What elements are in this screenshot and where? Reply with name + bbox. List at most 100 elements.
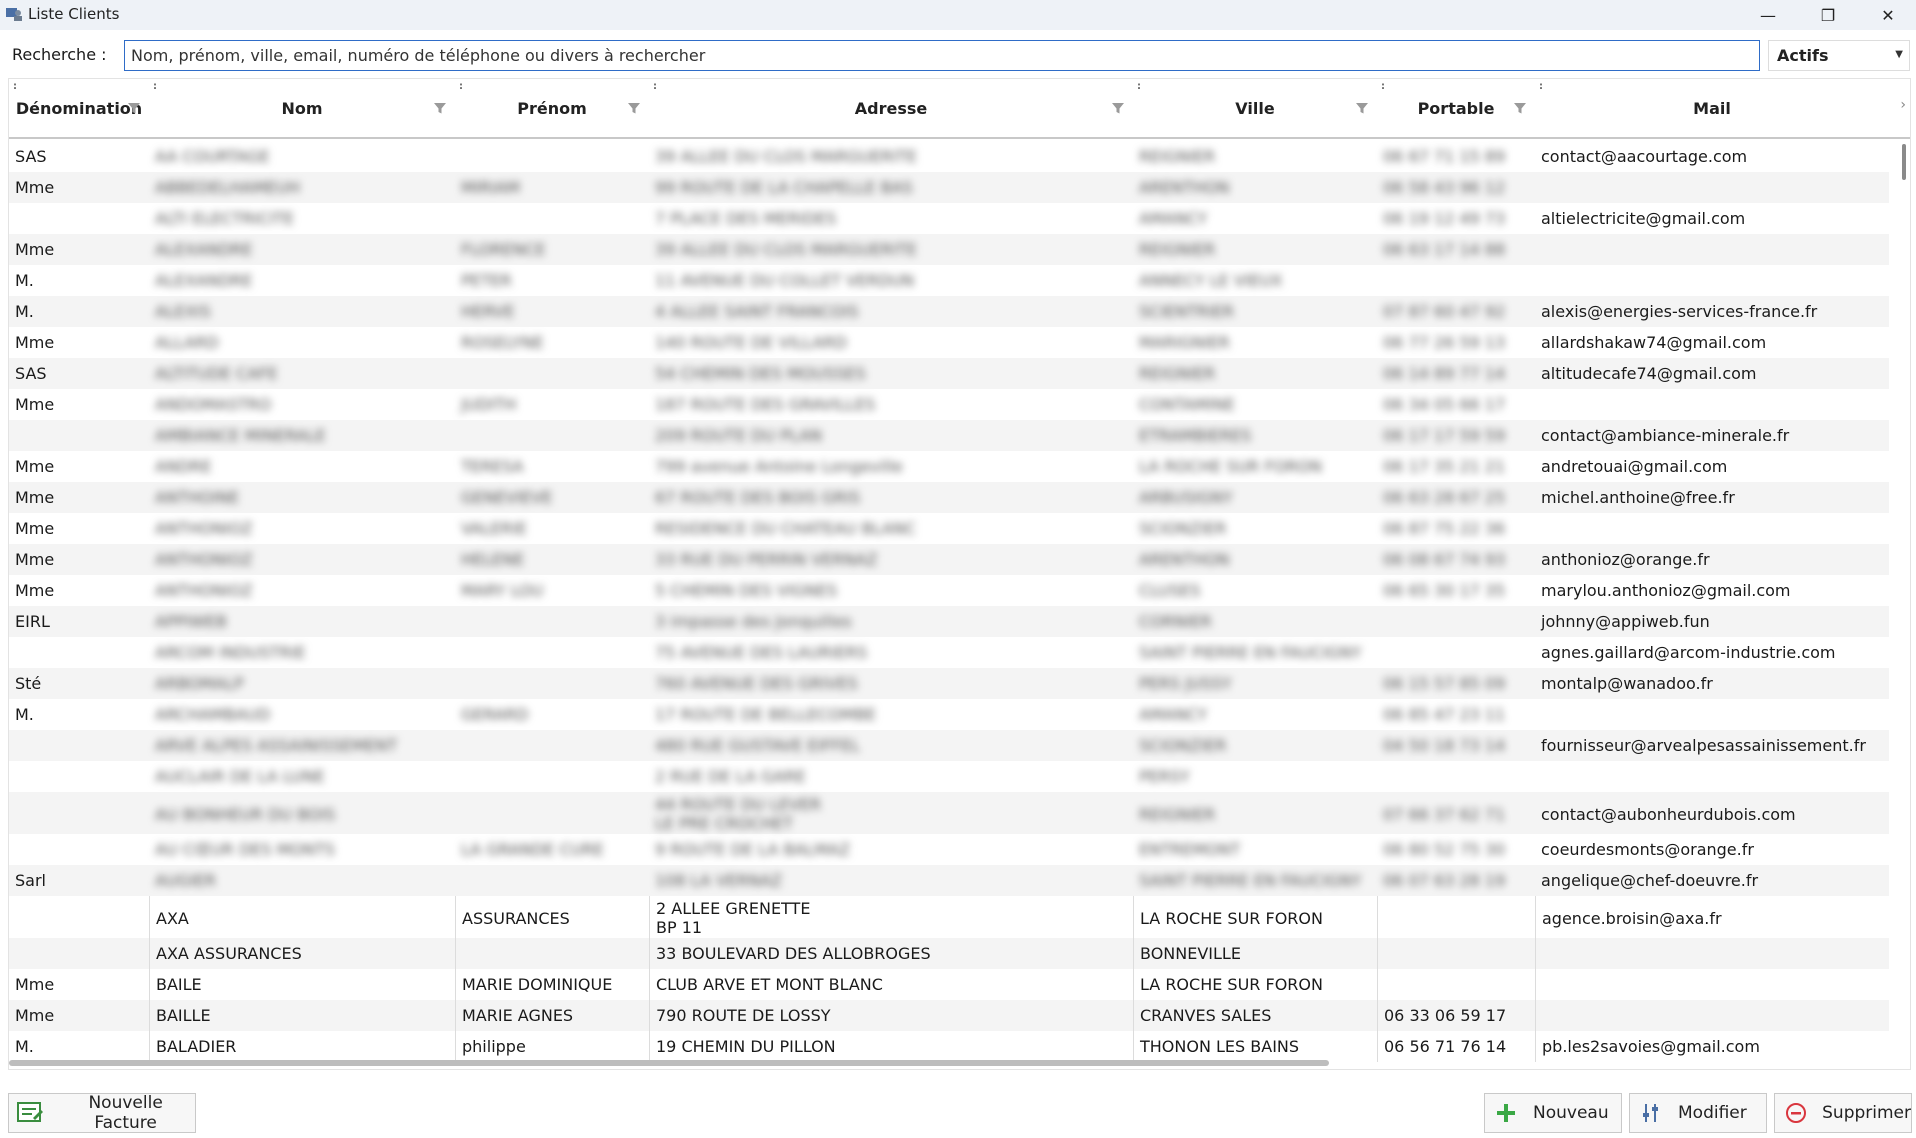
table-row[interactable]: AU CŒUR DES MONTS LA GRANDE CURE 9 ROUTE D… <box>9 834 1889 865</box>
vertical-scrollbar[interactable] <box>1900 144 1908 1064</box>
cell-nom: ANTHONIOZ <box>149 575 455 606</box>
cell-ville: CORNIER <box>1133 606 1377 637</box>
table-row[interactable]: AU BONHEUR DU BOIS 44 ROUTE DU LEVER LE PR… <box>9 792 1889 834</box>
header-col-mail[interactable]: : Mail <box>1535 79 1889 139</box>
table-row[interactable]: M. BALADIER philippe 19 CHEMIN DU PILLON THO… <box>9 1031 1889 1062</box>
cell-adresse: 75 AVENUE DES LAURIERS <box>649 637 1133 668</box>
table-row[interactable]: Mme ANTHONIOZ HELENE 33 RUE DU PERRIN VERNA… <box>9 544 1889 575</box>
close-button[interactable]: ✕ <box>1858 0 1916 30</box>
scroll-right-icon[interactable]: › <box>1900 97 1906 113</box>
new-button[interactable]: Nouveau <box>1484 1093 1622 1133</box>
modify-button[interactable]: Modifier <box>1629 1093 1767 1133</box>
status-filter-value: Actifs <box>1777 46 1829 65</box>
search-input[interactable] <box>124 40 1760 71</box>
title-bar: Liste Clients — ❐ ✕ <box>0 0 1916 30</box>
invoice-icon <box>15 1098 44 1128</box>
cell-text: Sté <box>15 674 42 693</box>
cell-mail: johnny@appiweb.fun <box>1535 606 1889 637</box>
scrollbar-thumb[interactable] <box>1902 144 1906 180</box>
table-row[interactable]: ARVE ALPES ASSAINISSEMENT 480 RUE GUSTAVE… <box>9 730 1889 761</box>
column-grip[interactable]: : <box>459 81 463 92</box>
table-row[interactable]: Mme BAILLE MARIE AGNES 790 ROUTE DE LOSSY CR… <box>9 1000 1889 1031</box>
cell-text: 06 34 05 66 17 <box>1383 395 1506 414</box>
cell-portable <box>1377 761 1535 792</box>
column-grip[interactable]: : <box>13 81 17 92</box>
table-row[interactable]: M. ALEXANDRE PETER 11 AVENUE DU COLLET VERD… <box>9 265 1889 296</box>
cell-nom: ALTITUDE CAFE <box>149 358 455 389</box>
table-row[interactable]: Mme ANDRE TERESA 799 avenue Antoine Longevi… <box>9 451 1889 482</box>
header-col-ville[interactable]: : Ville <box>1133 79 1377 139</box>
minimize-button[interactable]: — <box>1738 0 1798 30</box>
table-row[interactable]: M. ALEXIS HERVE 4 ALLEE SAINT FRANCOIS SCIEN… <box>9 296 1889 327</box>
cell-mail <box>1535 699 1889 730</box>
table-row[interactable]: Mme ALLARD ROSELYNE 140 ROUTE DE VILLARD MAR… <box>9 327 1889 358</box>
column-grip[interactable]: : <box>1539 81 1543 92</box>
table-row[interactable]: AXA ASSURANCES 33 BOULEVARD DES ALLOBROGE… <box>9 938 1889 969</box>
table-row[interactable]: ARCOM INDUSTRIE 75 AVENUE DES LAURIERS SAI… <box>9 637 1889 668</box>
table-row[interactable]: Mme ANDOMASTRO JUDITH 187 ROUTE DES GRAVILL… <box>9 389 1889 420</box>
table-row[interactable]: AXA ASSURANCES 2 ALLEE GRENETTE BP 11 LA ROC… <box>9 896 1889 938</box>
column-grip[interactable]: : <box>153 81 157 92</box>
cell-adresse: CLUB ARVE ET MONT BLANC <box>649 969 1133 1000</box>
column-grip[interactable]: : <box>653 81 657 92</box>
cell-nom: BAILE <box>149 969 455 1000</box>
cell-denomination: Sarl <box>9 865 149 896</box>
table-row[interactable]: EIRL APPIWEB 3 impasse des Jonquilles CORNI… <box>9 606 1889 637</box>
cell-text: johnny@appiweb.fun <box>1541 612 1710 631</box>
column-grip[interactable]: : <box>1381 81 1385 92</box>
cell-text: alexis@energies-services-france.fr <box>1541 302 1818 321</box>
header-col-portable[interactable]: : Portable <box>1377 79 1535 139</box>
cell-text: AU BONHEUR DU BOIS <box>155 805 336 824</box>
table-row[interactable]: Sarl AUGIER 108 LA VERNAZ SAINT PIERRE EN F… <box>9 865 1889 896</box>
table-row[interactable]: SAS ALTITUDE CAFE 54 CHEMIN DES MOUSSES REI… <box>9 358 1889 389</box>
cell-adresse: 790 ROUTE DE LOSSY <box>649 1000 1133 1031</box>
cell-prenom: MARIE DOMINIQUE <box>455 969 649 1000</box>
delete-button[interactable]: Supprimer <box>1774 1093 1912 1133</box>
new-invoice-button[interactable]: Nouvelle Facture <box>8 1093 196 1133</box>
filter-icon[interactable] <box>1355 101 1369 115</box>
table-row[interactable]: AUCLAIR DE LA LUNE 2 RUE DE LA GARE PERSY <box>9 761 1889 792</box>
cell-portable: 06 65 30 17 35 <box>1377 575 1535 606</box>
horizontal-scrollbar[interactable] <box>9 1060 1329 1066</box>
cell-prenom: MARY LOU <box>455 575 649 606</box>
cell-portable <box>1377 265 1535 296</box>
table-row[interactable]: Sté ARBOMALP 760 AVENUE DES GRIVES PERS JUS… <box>9 668 1889 699</box>
cell-text: 11 AVENUE DU COLLET VERDUN <box>655 271 915 290</box>
cell-mail <box>1535 513 1889 544</box>
cell-text: BONNEVILLE <box>1140 944 1241 963</box>
table-row[interactable]: M. ARCHAMBAUD GERARD 17 ROUTE DE BELLECOMBE… <box>9 699 1889 730</box>
cell-adresse: 5 CHEMIN DES VIGNES <box>649 575 1133 606</box>
table-row[interactable]: Mme ANTHOINE GENEVIEVE 67 ROUTE DES BOIS GR… <box>9 482 1889 513</box>
filter-icon[interactable] <box>1513 101 1527 115</box>
chevron-down-icon: ▼ <box>1895 49 1903 60</box>
cell-text: CONTAMINE <box>1139 395 1235 414</box>
cell-text: 39 ALLEE DU CLOS MARGUERITE <box>655 240 917 259</box>
header-col-adresse[interactable]: : Adresse <box>649 79 1133 139</box>
filter-icon[interactable] <box>627 101 641 115</box>
restore-button[interactable]: ❐ <box>1798 0 1858 30</box>
table-row[interactable]: Mme BAILE MARIE DOMINIQUE CLUB ARVE ET MONT… <box>9 969 1889 1000</box>
table-row[interactable]: AMBIANCE MINERALE 209 ROUTE DU PLAN ETRAMB… <box>9 420 1889 451</box>
client-list-window: Liste Clients — ❐ ✕ Recherche : Actifs ▼… <box>0 0 1916 1138</box>
header-col-denomination[interactable]: : Dénomination <box>9 79 149 139</box>
filter-icon[interactable] <box>1111 101 1125 115</box>
header-col-prenom[interactable]: : Prénom <box>455 79 649 139</box>
table-row[interactable]: SAS AA COURTAGE 39 ALLEE DU CLOS MARGUERIT… <box>9 141 1889 172</box>
cell-text: MARIE AGNES <box>462 1006 574 1025</box>
column-grip[interactable]: : <box>1137 81 1141 92</box>
cell-prenom <box>455 865 649 896</box>
table-row[interactable]: Mme ANTHONIOZ VALERIE RESIDENCE DU CHATEAU … <box>9 513 1889 544</box>
header-col-nom[interactable]: : Nom <box>149 79 455 139</box>
cell-prenom <box>455 792 649 834</box>
table-row[interactable]: Mme ABBEDELHAMEUH MIRIAM 99 ROUTE DE LA CHA… <box>9 172 1889 203</box>
cell-adresse: 19 CHEMIN DU PILLON <box>649 1031 1133 1062</box>
table-row[interactable]: Mme ALEXANDRE FLORENCE 39 ALLEE DU CLOS MAR… <box>9 234 1889 265</box>
table-row[interactable]: Mme ANTHONIOZ MARY LOU 5 CHEMIN DES VIGNES C… <box>9 575 1889 606</box>
cell-text: Mme <box>15 550 55 569</box>
status-filter-select[interactable]: Actifs ▼ <box>1768 40 1910 71</box>
filter-icon[interactable] <box>433 101 447 115</box>
filter-icon[interactable] <box>127 101 141 115</box>
table-row[interactable]: ALTI ELECTRICITE 7 PLACE DES MERIDES AMANC… <box>9 203 1889 234</box>
cell-prenom: MARIE AGNES <box>455 1000 649 1031</box>
clients-grid[interactable]: : Dénomination: Nom: Prénom: Adresse: Ville: P… <box>8 78 1911 1070</box>
